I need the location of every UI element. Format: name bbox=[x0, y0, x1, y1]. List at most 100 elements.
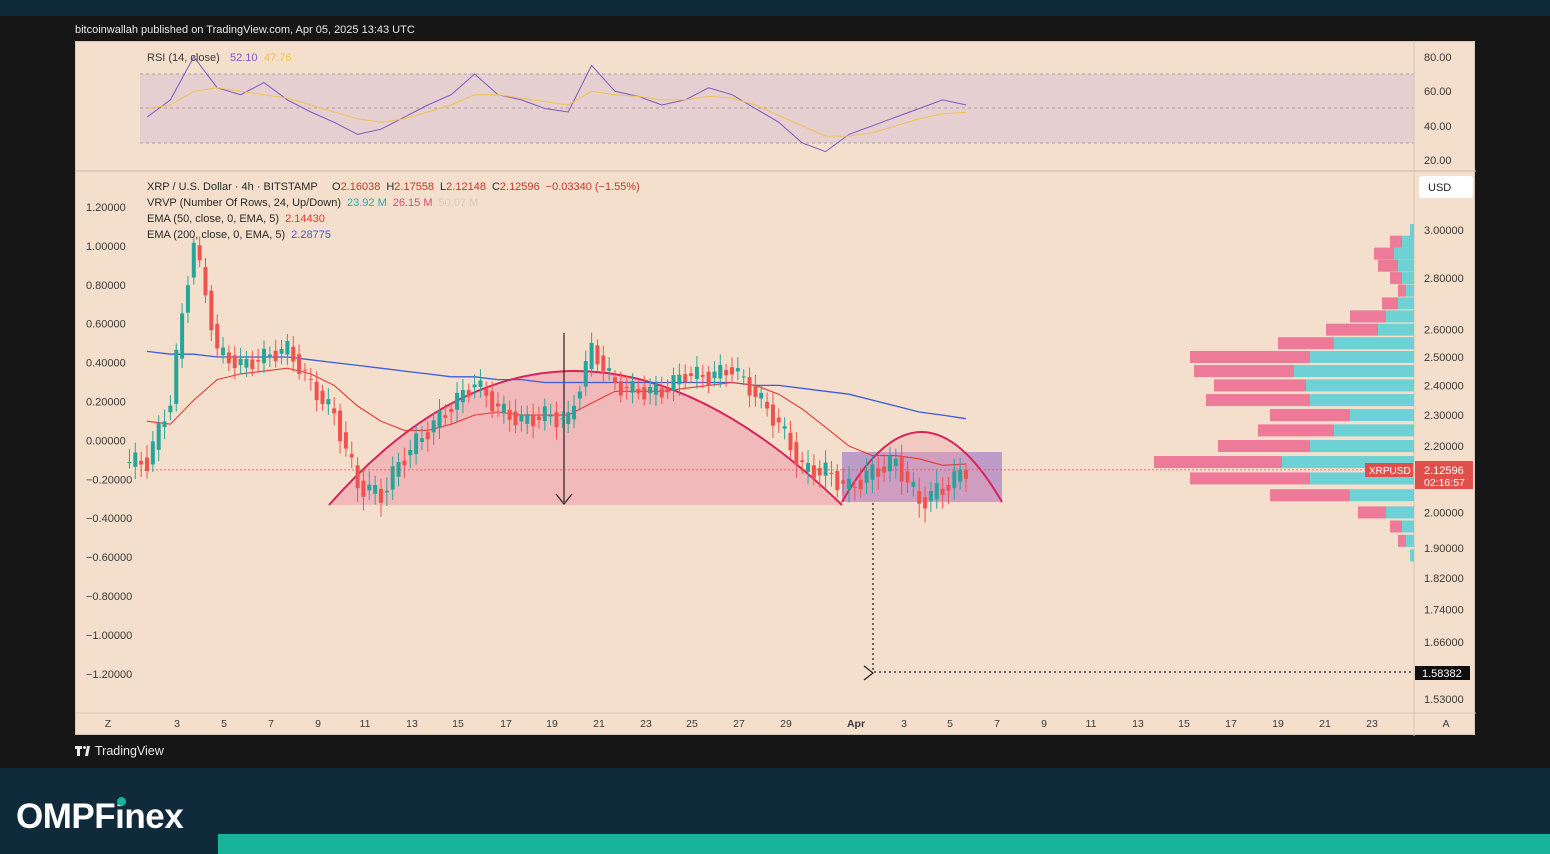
candle-body bbox=[560, 418, 565, 420]
vp-down-bar bbox=[1278, 337, 1334, 350]
candle-body bbox=[770, 404, 775, 426]
candle-body bbox=[806, 462, 811, 472]
candle-body bbox=[864, 470, 869, 483]
candle-body bbox=[519, 414, 524, 422]
candle-body bbox=[443, 415, 448, 418]
candle-body bbox=[893, 458, 898, 467]
candle-body bbox=[267, 354, 272, 358]
left-axis: 1.20000 1.00000 0.80000 0.60000 0.40000 0.200… bbox=[86, 202, 132, 681]
target-tag-value: 1.58382 bbox=[1422, 668, 1462, 680]
vp-up-bar bbox=[1402, 520, 1414, 533]
vp-down-bar bbox=[1374, 247, 1394, 260]
candle-body bbox=[291, 346, 296, 362]
candle-body bbox=[630, 381, 635, 393]
vrvp-down: 26.15 M bbox=[393, 197, 433, 209]
vp-down-bar bbox=[1218, 440, 1310, 453]
ema50-value: 2.14430 bbox=[285, 213, 325, 225]
candle-body bbox=[191, 242, 196, 278]
chart-panel[interactable]: RSI (14, close) 52.10 47.76 80.00 60.00 … bbox=[75, 41, 1476, 736]
left-axis-tick: 0.60000 bbox=[86, 319, 126, 331]
rsi-label: RSI (14, close) bbox=[147, 52, 220, 64]
tradingview-footer[interactable]: TradingView bbox=[75, 744, 164, 758]
candle-body bbox=[759, 392, 764, 399]
vp-up-bar bbox=[1310, 394, 1414, 407]
candle-body bbox=[811, 465, 816, 479]
candle-body bbox=[870, 464, 875, 480]
candle-body bbox=[314, 381, 319, 401]
left-axis-tick: 1.20000 bbox=[86, 202, 126, 214]
candle-body bbox=[449, 408, 454, 413]
candle-body bbox=[355, 465, 360, 489]
candle-body bbox=[373, 485, 378, 494]
price-tag-value: 2.12596 bbox=[1424, 465, 1464, 477]
time-axis-tick: 11 bbox=[360, 718, 371, 730]
legend-l: 2.12148 bbox=[446, 181, 486, 193]
candle-body bbox=[905, 471, 910, 483]
ema200-label: EMA (200, close, 0, EMA, 5) bbox=[147, 229, 285, 241]
time-axis[interactable]: Z 3 5 7 9 11 13 15 17 19 21 23 25 27 29 Apr 3 5 7 9 11 13 15 17… bbox=[105, 718, 1450, 730]
candle-body bbox=[653, 384, 658, 395]
vp-down-bar bbox=[1390, 272, 1402, 285]
candle-body bbox=[349, 453, 354, 458]
legend-vrvp: VRVP (Number Of Rows, 24, Up/Down) 23.92 … bbox=[147, 197, 478, 209]
target-projection-line bbox=[872, 503, 1414, 673]
brand-left: OMPF bbox=[16, 797, 116, 836]
candle-body bbox=[232, 355, 237, 369]
left-axis-tick: −0.20000 bbox=[86, 474, 132, 486]
candle-body bbox=[847, 478, 851, 490]
vrvp-label: VRVP (Number Of Rows, 24, Up/Down) bbox=[147, 197, 341, 209]
vrvp-up: 23.92 M bbox=[347, 197, 387, 209]
candle-body bbox=[829, 472, 834, 474]
candle-body bbox=[150, 441, 155, 465]
candle-body bbox=[554, 412, 559, 428]
vp-up-bar bbox=[1406, 284, 1414, 297]
vp-up-bar bbox=[1310, 440, 1414, 453]
candle-body bbox=[923, 497, 928, 509]
candle-body bbox=[343, 432, 348, 449]
rsi-tick: 80.00 bbox=[1424, 52, 1452, 64]
right-axis-tick: 2.50000 bbox=[1424, 352, 1464, 364]
candle-body bbox=[823, 462, 828, 476]
time-axis-corner: A bbox=[1442, 718, 1449, 730]
legend-change: −0.03340 (−1.55%) bbox=[546, 181, 640, 193]
candle-body bbox=[577, 391, 582, 399]
candle-body bbox=[425, 432, 430, 440]
legend-symbol: XRP / U.S. Dollar · 4h · BITSTAMP bbox=[147, 181, 318, 193]
vp-down-bar bbox=[1398, 534, 1406, 547]
vp-down-bar bbox=[1154, 456, 1282, 469]
vp-up-bar bbox=[1306, 379, 1414, 392]
time-axis-tick: 27 bbox=[733, 718, 745, 730]
candle-body bbox=[624, 386, 629, 389]
time-axis-tick: 17 bbox=[1225, 718, 1237, 730]
vp-down-bar bbox=[1270, 409, 1350, 422]
candle-body bbox=[367, 484, 372, 491]
candle-body bbox=[964, 469, 968, 480]
right-axis-tick: 2.40000 bbox=[1424, 380, 1464, 392]
candle-body bbox=[636, 388, 641, 394]
candle-body bbox=[525, 414, 530, 424]
candle-body bbox=[648, 387, 653, 394]
time-axis-tick: 3 bbox=[174, 718, 180, 730]
candle-body bbox=[694, 366, 699, 379]
legend-h-label: H bbox=[386, 181, 394, 193]
candle-body bbox=[531, 415, 536, 427]
candle-body bbox=[753, 386, 758, 397]
ema200-value: 2.28775 bbox=[291, 229, 331, 241]
candle-body bbox=[659, 388, 664, 398]
candle-body bbox=[642, 387, 647, 400]
vp-down-bar bbox=[1190, 350, 1310, 363]
candle-body bbox=[326, 399, 331, 405]
candle-body bbox=[595, 345, 600, 365]
candle-body bbox=[835, 471, 840, 491]
vp-up-bar bbox=[1294, 365, 1414, 378]
rsi-tick: 40.00 bbox=[1424, 121, 1452, 133]
rsi-tick: 20.00 bbox=[1424, 155, 1452, 167]
candle-body bbox=[466, 390, 471, 397]
time-axis-tick: 11 bbox=[1086, 718, 1097, 730]
candle-body bbox=[133, 452, 138, 467]
candle-body bbox=[513, 411, 518, 426]
candle-body bbox=[285, 340, 290, 355]
candle-body bbox=[566, 412, 571, 425]
chart-svg[interactable]: RSI (14, close) 52.10 47.76 80.00 60.00 … bbox=[76, 42, 1476, 736]
time-axis-tick: 21 bbox=[1319, 718, 1331, 730]
